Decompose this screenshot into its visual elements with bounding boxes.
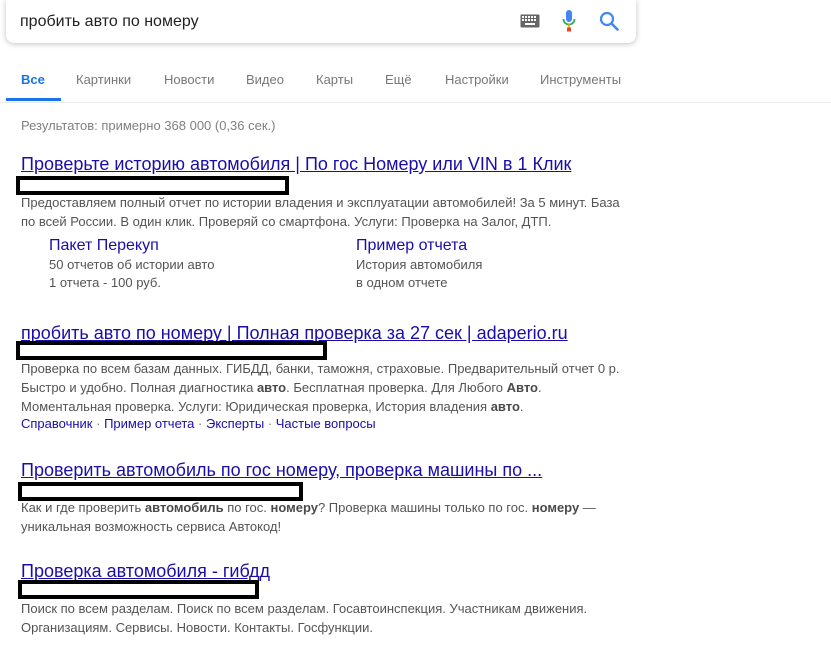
result-snippet-3: Как и где проверить автомобиль по гос. н…	[21, 500, 596, 534]
tab-video[interactable]: Видео	[246, 72, 284, 87]
inline-link-experts[interactable]: Эксперты	[206, 416, 264, 431]
sitelink-package-desc-1: 50 отчетов об истории авто	[49, 257, 215, 272]
sitelink-sample-report-desc-1: История автомобиля	[356, 257, 483, 272]
redacted-url-4	[18, 580, 259, 599]
tab-settings[interactable]: Настройки	[445, 72, 509, 87]
inline-link-directory[interactable]: Справочник	[21, 416, 93, 431]
search-bar	[6, 0, 636, 43]
result-title-1[interactable]: Проверьте историю автомобиля | По гос Но…	[21, 154, 571, 175]
result-snippet-1: Предоставляем полный отчет по истории вл…	[21, 195, 620, 229]
tab-news[interactable]: Новости	[164, 72, 214, 87]
result-inline-links-2: Справочник · Пример отчета · Эксперты · …	[21, 414, 376, 433]
keyboard-icon[interactable]	[520, 14, 540, 28]
search-tabs: Все Картинки Новости Видео Карты Ещё Нас…	[0, 58, 831, 103]
tab-images[interactable]: Картинки	[76, 72, 131, 87]
sitelink-sample-report[interactable]: Пример отчета	[356, 237, 467, 255]
result-title-4[interactable]: Проверка автомобиля - гибдд	[21, 561, 270, 582]
inline-link-separator: ·	[194, 416, 206, 431]
microphone-icon[interactable]	[562, 9, 576, 33]
inline-link-separator: ·	[264, 416, 276, 431]
active-tab-indicator	[6, 98, 61, 101]
sitelink-package[interactable]: Пакет Перекуп	[49, 237, 159, 255]
result-snippet-2: Проверка по всем базам данных. ГИБДД, ба…	[21, 361, 620, 414]
inline-link-sample-report[interactable]: Пример отчета	[104, 416, 194, 431]
tab-tools[interactable]: Инструменты	[540, 72, 621, 87]
result-snippet-4: Поиск по всем разделам. Поиск по всем ра…	[21, 601, 588, 635]
result-title-3[interactable]: Проверить автомобиль по гос номеру, пров…	[21, 460, 542, 481]
result-stats: Результатов: примерно 368 000 (0,36 сек.…	[21, 118, 276, 133]
tab-maps[interactable]: Карты	[316, 72, 353, 87]
tab-more[interactable]: Ещё	[385, 72, 412, 87]
search-input[interactable]	[20, 10, 500, 34]
sitelink-sample-report-desc-2: в одном отчете	[356, 275, 448, 290]
inline-link-separator: ·	[92, 416, 105, 431]
sitelink-package-desc-2: 1 отчета - 100 руб.	[49, 275, 161, 290]
inline-link-faq[interactable]: Частые вопросы	[276, 416, 376, 431]
redacted-url-2	[16, 341, 327, 360]
search-icon[interactable]	[599, 11, 619, 31]
tab-all[interactable]: Все	[21, 72, 45, 87]
